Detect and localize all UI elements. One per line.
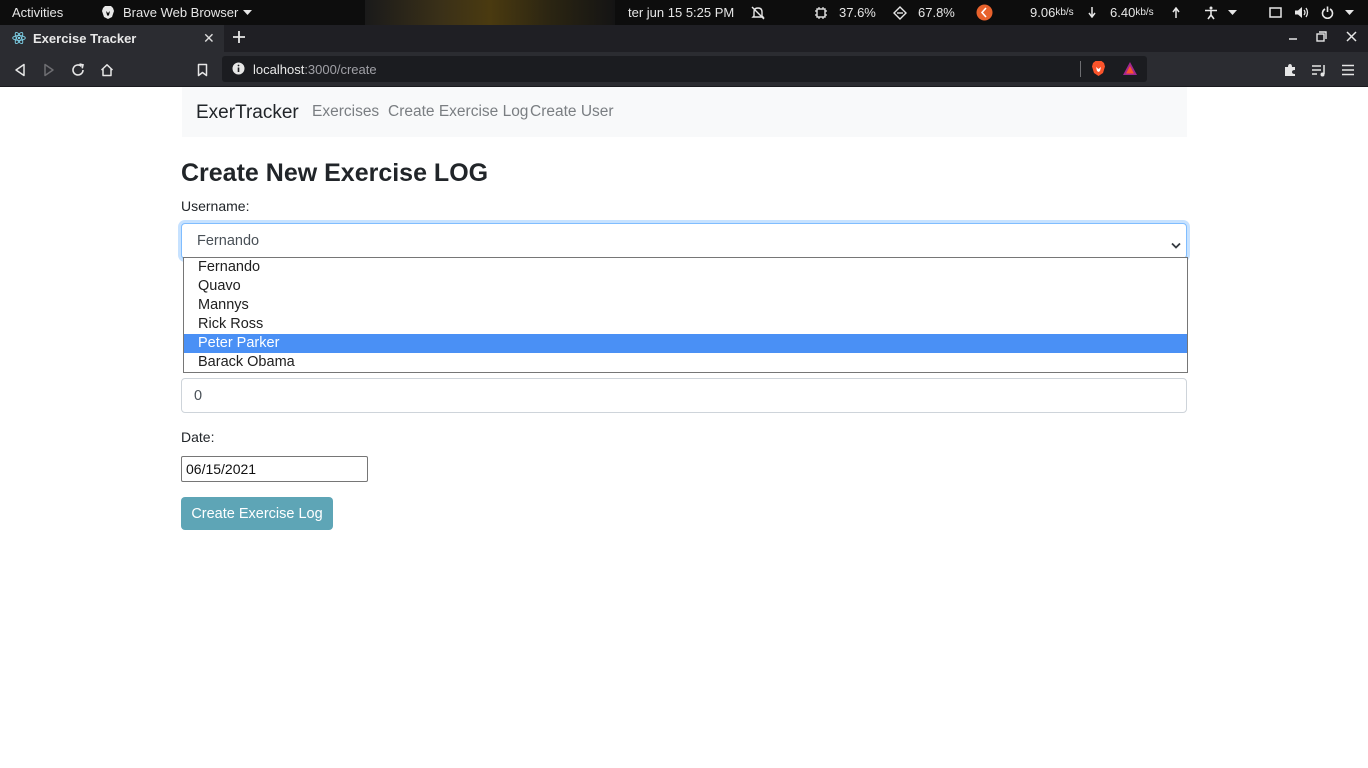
site-navbar: ExerTracker Exercises Create Exercise Lo… [182, 87, 1187, 137]
username-option-mannys[interactable]: Mannys [184, 296, 1187, 315]
url-text: localhost:3000/create [253, 62, 377, 77]
brave-rewards-icon[interactable] [1122, 61, 1138, 81]
address-bar[interactable]: localhost:3000/create [222, 56, 1147, 82]
tab-title: Exercise Tracker [33, 31, 137, 46]
back-icon[interactable] [11, 61, 29, 79]
close-icon[interactable]: ✕ [203, 31, 215, 45]
caret-down-icon [243, 9, 253, 16]
activities-button[interactable]: Activities [12, 0, 63, 25]
username-select[interactable]: Fernando [181, 223, 1187, 259]
username-option-barack-obama[interactable]: Barack Obama [184, 353, 1187, 372]
bell-muted-icon [751, 0, 765, 25]
power-icon[interactable] [1321, 0, 1334, 25]
window-close-icon[interactable] [1346, 30, 1357, 44]
url-divider [1080, 61, 1081, 77]
arrow-down-icon [1088, 7, 1096, 18]
web-page: ExerTracker Exercises Create Exercise Lo… [0, 87, 1368, 768]
memory-usage: 67.8% [918, 5, 955, 20]
media-queue-icon[interactable] [1310, 61, 1328, 79]
topbar-wallpaper [365, 0, 615, 25]
info-icon[interactable] [232, 62, 245, 80]
forward-icon[interactable] [40, 61, 58, 79]
browser-tab-strip: Exercise Tracker ✕ [0, 25, 1368, 52]
screen-icon[interactable] [1269, 0, 1282, 25]
username-select-value: Fernando [197, 233, 260, 249]
net-down-unit: kb/s [1055, 7, 1074, 18]
net-up-unit: kb/s [1135, 7, 1154, 18]
browser-toolbar: localhost:3000/create [0, 52, 1368, 87]
nav-link-create-exercise-log[interactable]: Create Exercise Log [388, 103, 528, 121]
username-option-rick-ross[interactable]: Rick Ross [184, 315, 1187, 334]
app-indicator-icon[interactable] [976, 0, 993, 25]
app-menu[interactable]: Brave Web Browser [101, 0, 253, 25]
cpu-icon [814, 0, 828, 25]
brave-shields-icon[interactable] [1091, 60, 1106, 82]
memory-icon [893, 0, 907, 25]
volume-icon[interactable] [1294, 0, 1309, 25]
duration-input[interactable]: 0 [181, 378, 1187, 413]
create-exercise-log-button[interactable]: Create Exercise Log [181, 497, 333, 530]
new-tab-button[interactable] [232, 28, 246, 48]
accessibility-icon[interactable] [1204, 0, 1218, 25]
username-option-quavo[interactable]: Quavo [184, 277, 1187, 296]
home-icon[interactable] [98, 61, 116, 79]
username-label: Username: [181, 198, 250, 214]
username-option-fernando[interactable]: Fernando [184, 258, 1187, 277]
reload-icon[interactable] [69, 61, 87, 79]
duration-value: 0 [194, 388, 203, 404]
chevron-down-icon [1171, 236, 1181, 254]
react-favicon-icon [12, 31, 26, 48]
minimize-icon[interactable] [1288, 30, 1298, 44]
net-down: 9.06 kb/s [1030, 0, 1096, 25]
net-up-value: 6.40 [1110, 5, 1136, 20]
date-label: Date: [181, 429, 215, 445]
nav-link-create-user[interactable]: Create User [530, 103, 614, 121]
url-host: localhost [253, 62, 305, 77]
cpu-usage: 37.6% [839, 5, 876, 20]
caret-down-icon[interactable] [1345, 0, 1354, 25]
date-value: 06/15/2021 [186, 461, 257, 477]
system-top-bar: Activities Brave Web Browser ter jun 15 … [0, 0, 1368, 25]
net-up: 6.40 kb/s [1110, 0, 1180, 25]
username-dropdown-list: Fernando Quavo Mannys Rick Ross Peter Pa… [183, 257, 1188, 373]
browser-tab[interactable]: Exercise Tracker ✕ [0, 25, 224, 52]
url-path: :3000/create [304, 62, 377, 77]
menu-icon[interactable] [1339, 61, 1357, 79]
username-option-peter-parker[interactable]: Peter Parker [184, 334, 1187, 353]
brave-lion-icon [101, 5, 115, 20]
bookmark-icon[interactable] [193, 61, 211, 79]
net-down-value: 9.06 [1030, 5, 1056, 20]
arrow-up-icon [1172, 7, 1180, 18]
restore-icon[interactable] [1316, 30, 1327, 44]
navbar-brand[interactable]: ExerTracker [196, 102, 299, 124]
clock[interactable]: ter jun 15 5:25 PM [628, 0, 734, 25]
app-name: Brave Web Browser [123, 5, 239, 20]
nav-link-exercises[interactable]: Exercises [312, 103, 379, 121]
date-picker-input[interactable]: 06/15/2021 [181, 456, 368, 482]
extensions-icon[interactable] [1281, 61, 1299, 79]
caret-down-icon[interactable] [1228, 0, 1237, 25]
page-title: Create New Exercise LOG [181, 159, 489, 187]
